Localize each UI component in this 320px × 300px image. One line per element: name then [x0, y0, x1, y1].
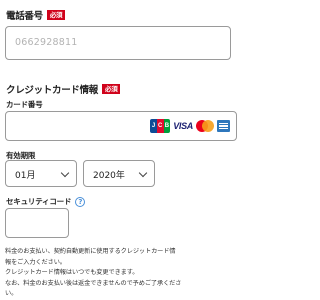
- card-number-label: カード番号: [6, 100, 43, 109]
- expiry-month-select[interactable]: 01月: [5, 160, 77, 187]
- card-brand-logos: J C B VISA: [150, 119, 230, 133]
- jcb-letter-b: B: [163, 119, 171, 133]
- expiry-year-select[interactable]: 2020年: [83, 160, 155, 187]
- jcb-letter-j: J: [150, 119, 157, 133]
- required-badge: 必須: [102, 83, 121, 95]
- phone-title: 電話番号: [6, 11, 43, 22]
- help-icon[interactable]: ?: [75, 196, 86, 207]
- mastercard-logo-icon: [196, 120, 214, 132]
- notice-line: クレジットカード情報はいつでも変更できます。: [5, 269, 139, 276]
- notice-line: い。: [5, 290, 18, 297]
- security-code-label: セキュリティコード: [6, 197, 72, 206]
- jcb-logo-icon: J C B: [150, 119, 171, 133]
- notice-line: なお、料金のお支払い後は返金できませんので予めご了承くださ: [5, 279, 182, 287]
- security-code-input[interactable]: [5, 208, 69, 238]
- phone-input[interactable]: 0662928811: [5, 26, 231, 60]
- phone-input-value: 0662928811: [15, 37, 78, 48]
- phone-section-title: 電話番号 必須: [6, 8, 66, 22]
- visa-logo-icon: VISA: [173, 121, 193, 131]
- credit-card-section-title: クレジットカード情報 必須: [6, 82, 121, 96]
- notice-line: 報をご入力ください。: [5, 258, 66, 266]
- required-badge: 必須: [46, 9, 66, 21]
- jcb-letter-c: C: [156, 119, 164, 133]
- card-number-input[interactable]: J C B VISA: [5, 111, 237, 141]
- chevron-down-icon: [138, 168, 148, 178]
- security-code-label-row: セキュリティコード ?: [6, 196, 86, 207]
- notice-line: 料金のお支払い、契約自動更新に使用するクレジットカード情: [5, 248, 176, 255]
- amex-logo-icon: [217, 120, 230, 132]
- payment-notice: 料金のお支払い、契約自動更新に使用するクレジットカード情 報をご入力ください。 …: [5, 247, 237, 300]
- expiry-month-value: 01月: [15, 171, 36, 181]
- credit-card-title: クレジットカード情報: [6, 85, 99, 96]
- expiry-year-value: 2020年: [93, 171, 125, 181]
- chevron-down-icon: [60, 168, 70, 178]
